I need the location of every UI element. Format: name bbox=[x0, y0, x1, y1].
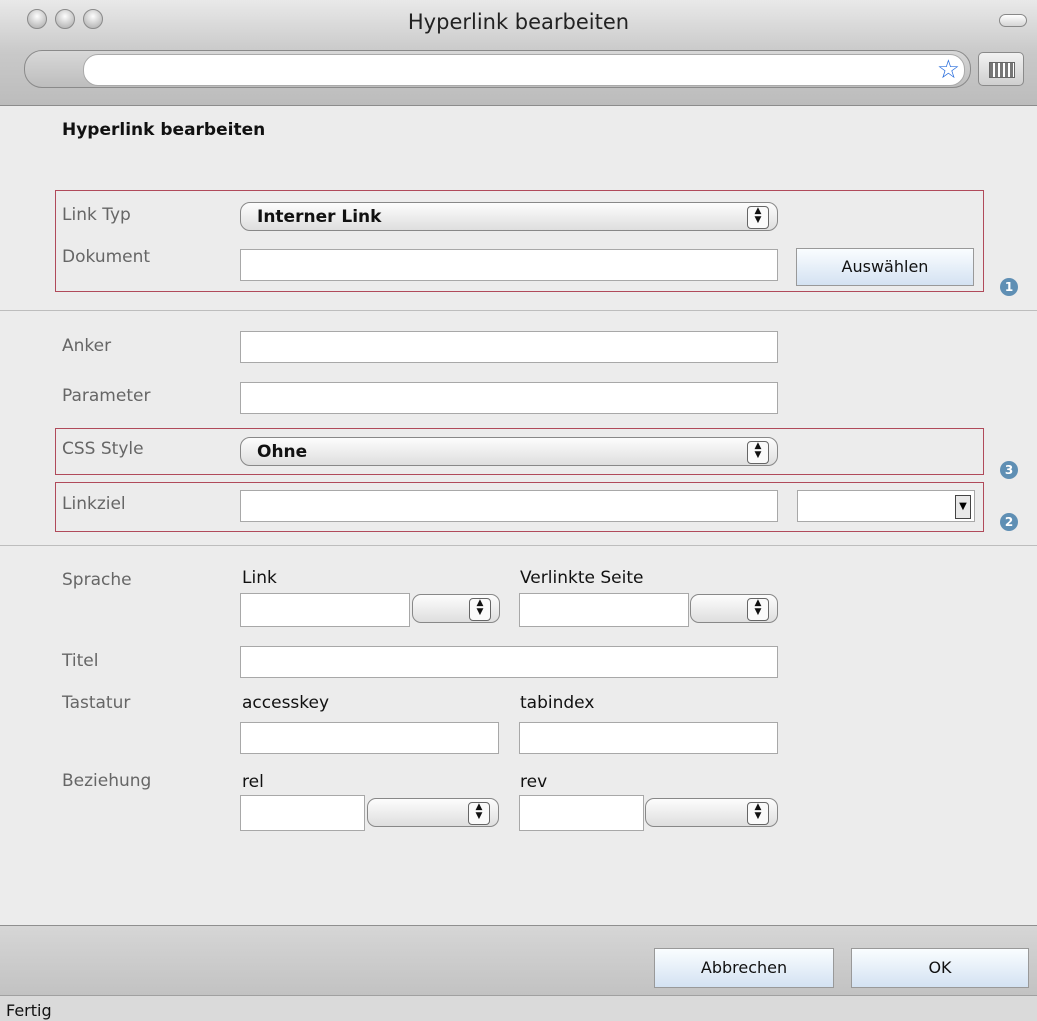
annotation-badge-3: 3 bbox=[1000, 461, 1018, 479]
select-stepper-icon: ▲ ▼ bbox=[747, 441, 769, 464]
linked-page-language-label: Verlinkte Seite bbox=[520, 568, 644, 588]
select-stepper-icon: ▲ ▼ bbox=[468, 802, 490, 825]
tabindex-label: tabindex bbox=[520, 693, 595, 713]
title-bar: Hyperlink bearbeiten ☆ bbox=[0, 0, 1037, 106]
linked-page-language-input[interactable] bbox=[519, 593, 689, 627]
annotation-badge-1: 1 bbox=[1000, 278, 1018, 296]
accesskey-input[interactable] bbox=[240, 722, 499, 754]
link-language-select[interactable]: ▲ ▼ bbox=[412, 594, 500, 623]
accesskey-label: accesskey bbox=[242, 693, 330, 713]
address-input[interactable]: ☆ bbox=[83, 54, 965, 86]
dropdown-arrow-icon[interactable]: ▼ bbox=[955, 495, 971, 519]
select-document-button[interactable]: Auswählen bbox=[796, 248, 974, 286]
linked-page-language-select[interactable]: ▲ ▼ bbox=[690, 594, 778, 623]
keyboard-label: Tastatur bbox=[62, 693, 131, 713]
anchor-input[interactable] bbox=[240, 331, 778, 363]
rel-label: rel bbox=[242, 772, 264, 792]
select-stepper-icon: ▲ ▼ bbox=[469, 598, 491, 621]
divider bbox=[0, 310, 1037, 311]
link-target-input[interactable] bbox=[240, 490, 778, 522]
link-language-label: Link bbox=[242, 568, 277, 588]
rel-input[interactable] bbox=[240, 795, 365, 831]
rev-input[interactable] bbox=[519, 795, 644, 831]
rev-label: rev bbox=[520, 772, 548, 792]
document-input[interactable] bbox=[240, 249, 778, 281]
link-language-input[interactable] bbox=[240, 593, 410, 627]
status-text: Fertig bbox=[6, 1001, 52, 1020]
title-label: Titel bbox=[62, 651, 99, 671]
select-stepper-icon: ▲ ▼ bbox=[747, 206, 769, 229]
link-target-label: Linkziel bbox=[62, 494, 126, 514]
status-bar: Fertig bbox=[0, 995, 1037, 1021]
parameter-input[interactable] bbox=[240, 382, 778, 414]
divider bbox=[0, 545, 1037, 546]
link-type-select[interactable]: Interner Link ▲ ▼ bbox=[240, 202, 778, 231]
link-type-label: Link Typ bbox=[62, 205, 131, 225]
language-label: Sprache bbox=[62, 570, 132, 590]
link-type-value: Interner Link bbox=[257, 207, 382, 227]
bookmark-star-icon[interactable]: ☆ bbox=[937, 56, 960, 84]
css-style-value: Ohne bbox=[257, 442, 308, 462]
relation-label: Beziehung bbox=[62, 771, 152, 791]
rev-select[interactable]: ▲ ▼ bbox=[645, 798, 778, 827]
tabindex-input[interactable] bbox=[519, 722, 778, 754]
page-title: Hyperlink bearbeiten bbox=[62, 120, 266, 140]
dialog-window: Hyperlink bearbeiten ☆ Hyperlink bearbei… bbox=[0, 0, 1037, 1021]
window-title: Hyperlink bearbeiten bbox=[407, 10, 630, 34]
document-label: Dokument bbox=[62, 247, 151, 267]
toolbar-toggle-button[interactable] bbox=[999, 14, 1027, 27]
css-style-label: CSS Style bbox=[62, 439, 144, 459]
keyboard-icon[interactable] bbox=[978, 52, 1024, 86]
address-bar[interactable]: ☆ bbox=[24, 50, 971, 88]
select-stepper-icon: ▲ ▼ bbox=[747, 598, 769, 621]
annotation-badge-2: 2 bbox=[1000, 513, 1018, 531]
link-target-dropdown[interactable]: ▼ bbox=[797, 490, 975, 522]
rel-select[interactable]: ▲ ▼ bbox=[367, 798, 499, 827]
cancel-button[interactable]: Abbrechen bbox=[654, 948, 834, 988]
select-stepper-icon: ▲ ▼ bbox=[747, 802, 769, 825]
anchor-label: Anker bbox=[62, 336, 112, 356]
ok-button[interactable]: OK bbox=[851, 948, 1029, 988]
title-input[interactable] bbox=[240, 646, 778, 678]
button-bar: Abbrechen OK bbox=[0, 925, 1037, 996]
parameter-label: Parameter bbox=[62, 386, 151, 406]
css-style-select[interactable]: Ohne ▲ ▼ bbox=[240, 437, 778, 466]
